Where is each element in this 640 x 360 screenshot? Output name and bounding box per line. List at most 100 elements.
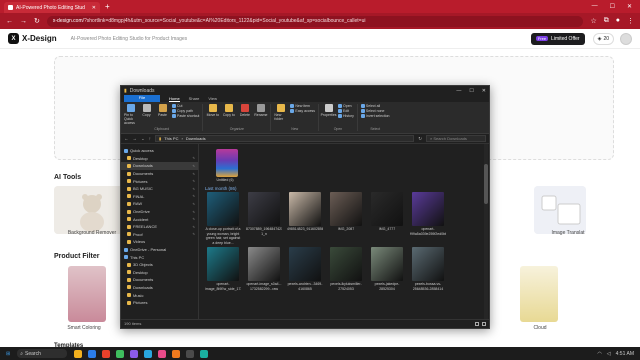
move-to-button[interactable]: Move to	[206, 104, 219, 117]
file-item[interactable]: pexels-andrien...3469-4160865	[287, 247, 323, 300]
group-header-last-month[interactable]: Last month (86)	[205, 184, 483, 192]
profile-icon[interactable]: ●	[616, 17, 620, 25]
refresh-icon[interactable]: ↻	[418, 136, 422, 142]
taskbar-app-icon[interactable]	[116, 349, 125, 358]
large-icons-view-icon[interactable]	[482, 321, 486, 326]
paste-button[interactable]: Paste	[156, 104, 169, 125]
explorer-minimize-button[interactable]: —	[456, 88, 461, 94]
explorer-close-button[interactable]: ✕	[482, 88, 486, 94]
breadcrumb-item[interactable]: Downloads	[186, 136, 206, 141]
nav-up-icon[interactable]: ↑	[149, 136, 151, 141]
nav-item[interactable]: Music	[121, 291, 198, 299]
content-scrollbar[interactable]	[484, 144, 488, 319]
wifi-icon[interactable]: ◠	[597, 351, 601, 357]
logo-icon[interactable]: X	[8, 33, 19, 44]
nav-item[interactable]: Proof ✎	[121, 231, 198, 239]
file-item[interactable]: pexels-lkyluksmiller-27524053	[328, 247, 364, 300]
close-tab-icon[interactable]: ✕	[92, 5, 96, 11]
edit-button[interactable]: Edit	[338, 109, 354, 113]
close-window-button[interactable]: ✕	[627, 3, 632, 10]
extensions-icon[interactable]: ⧉	[604, 17, 609, 25]
nav-item[interactable]: OneDrive - Personal	[121, 246, 198, 254]
nav-item[interactable]: Downloads	[121, 284, 198, 292]
new-tab-icon[interactable]: +	[105, 2, 110, 11]
reload-icon[interactable]: ↻	[34, 17, 40, 25]
nav-item[interactable]: Documents ✎	[121, 170, 198, 178]
filter-thumb-cloud[interactable]	[520, 266, 558, 322]
nav-item[interactable]: Desktop	[121, 269, 198, 277]
nav-item[interactable]: Videos	[121, 238, 198, 246]
clock[interactable]: 4:51 AM	[616, 351, 634, 357]
ribbon-tab-home[interactable]: Home	[169, 96, 180, 102]
taskbar-app-icon[interactable]	[158, 349, 167, 358]
file-item[interactable]: A close-up portrait of a young woman, br…	[205, 192, 241, 245]
select-none-button[interactable]: Select none	[360, 109, 390, 113]
filter-thumb-smart-coloring[interactable]	[68, 266, 106, 322]
file-item[interactable]: openart-image_8t9Ew_side_1732576...raw	[205, 247, 241, 300]
avatar[interactable]	[620, 32, 632, 45]
taskbar-search[interactable]: ⌕ Search	[17, 349, 68, 358]
new-item-button[interactable]: New item	[290, 104, 315, 108]
copy-to-button[interactable]: Copy to	[222, 104, 235, 117]
credits-badge[interactable]: ◈ 20	[592, 32, 614, 45]
star-icon[interactable]: ☆	[590, 17, 596, 25]
file-item[interactable]: IMG_2087	[328, 192, 364, 245]
breadcrumb-item[interactable]: This PC	[164, 136, 178, 141]
tool-card-image-translate[interactable]	[534, 186, 586, 234]
ribbon-tab-file[interactable]: File	[124, 95, 160, 102]
paste-shortcut-button[interactable]: Paste shortcut	[172, 114, 199, 118]
nav-item[interactable]: Pictures	[121, 299, 198, 307]
browser-tab[interactable]: AI-Powered Photo Editing Stud ✕	[4, 2, 100, 13]
ribbon-tab-share[interactable]: Share	[189, 96, 200, 101]
properties-button[interactable]: Properties	[321, 104, 337, 118]
nav-item[interactable]: Quick access	[121, 147, 198, 155]
taskbar-app-icon[interactable]	[88, 349, 97, 358]
back-icon[interactable]: ←	[6, 18, 13, 25]
file-item[interactable]: openart-f99a5a039e259f2ed0bb6d7cc2e8e07_…	[410, 192, 446, 245]
file-item[interactable]: pexels-bossa-vs-25648536-2858414	[410, 247, 446, 300]
explorer-maximize-button[interactable]: ☐	[469, 88, 473, 94]
nav-back-icon[interactable]: ←	[124, 136, 129, 141]
nav-item[interactable]: FREELANCE ✎	[121, 223, 198, 231]
scrollbar-thumb[interactable]	[484, 164, 488, 204]
file-item[interactable]: 498514823_911602856875329_677419442...25…	[287, 192, 323, 245]
limited-offer-button[interactable]: Free Limited Offer	[530, 32, 585, 45]
nav-item[interactable]: 3D Objects	[121, 261, 198, 269]
pin-quick-access-button[interactable]: Pin to Quick access	[124, 104, 137, 125]
file-item[interactable]: 87307889_1964847421560505_182140050...73…	[246, 192, 282, 245]
file-item-winrar[interactable]: Untitled (6)	[205, 147, 245, 184]
nav-item[interactable]: Documents	[121, 276, 198, 284]
tool-card-background-remover[interactable]	[54, 186, 130, 234]
breadcrumb[interactable]: ▮ This PC › Downloads	[155, 135, 415, 142]
ribbon-tab-view[interactable]: View	[208, 96, 217, 101]
taskbar-app-icon[interactable]	[130, 349, 139, 358]
taskbar-app-icon[interactable]	[186, 349, 195, 358]
taskbar-app-icon[interactable]	[144, 349, 153, 358]
nav-item[interactable]: FINAL ✎	[121, 193, 198, 201]
open-button[interactable]: Open	[338, 104, 354, 108]
explorer-search-input[interactable]: ⌕ Search Downloads	[426, 135, 486, 142]
nav-item[interactable]: Desktop ✎	[121, 155, 198, 163]
nav-item[interactable]: Downloads ✎	[121, 162, 198, 170]
invert-selection-button[interactable]: Invert selection	[360, 114, 389, 118]
copy-button[interactable]: Copy	[140, 104, 153, 125]
details-view-icon[interactable]	[475, 321, 479, 326]
nav-item[interactable]: RAW ✎	[121, 200, 198, 208]
forward-icon[interactable]: →	[20, 18, 27, 25]
file-item[interactable]: pexels-jakedpe-28525304	[369, 247, 405, 300]
nav-item[interactable]: Accident ✎	[121, 215, 198, 223]
nav-item[interactable]: OneDrive ✎	[121, 208, 198, 216]
delete-button[interactable]: Delete	[238, 104, 251, 117]
nav-item[interactable]: BG MUSIC ✎	[121, 185, 198, 193]
recent-locations-icon[interactable]: ⌄	[141, 136, 145, 142]
windows-start-icon[interactable]: ⊞	[6, 351, 10, 357]
taskbar-app-icon[interactable]	[172, 349, 181, 358]
nav-forward-icon[interactable]: →	[133, 136, 138, 141]
url-field[interactable]: x-design.com /?shortlink=d8mgpj4h&utm_so…	[46, 15, 584, 27]
nav-item[interactable]: Pictures ✎	[121, 177, 198, 185]
minimize-button[interactable]: —	[592, 3, 598, 10]
rename-button[interactable]: Rename	[254, 104, 268, 117]
volume-icon[interactable]: ◁	[607, 351, 611, 357]
easy-access-button[interactable]: Easy access	[290, 109, 315, 113]
taskbar-app-icon[interactable]	[102, 349, 111, 358]
